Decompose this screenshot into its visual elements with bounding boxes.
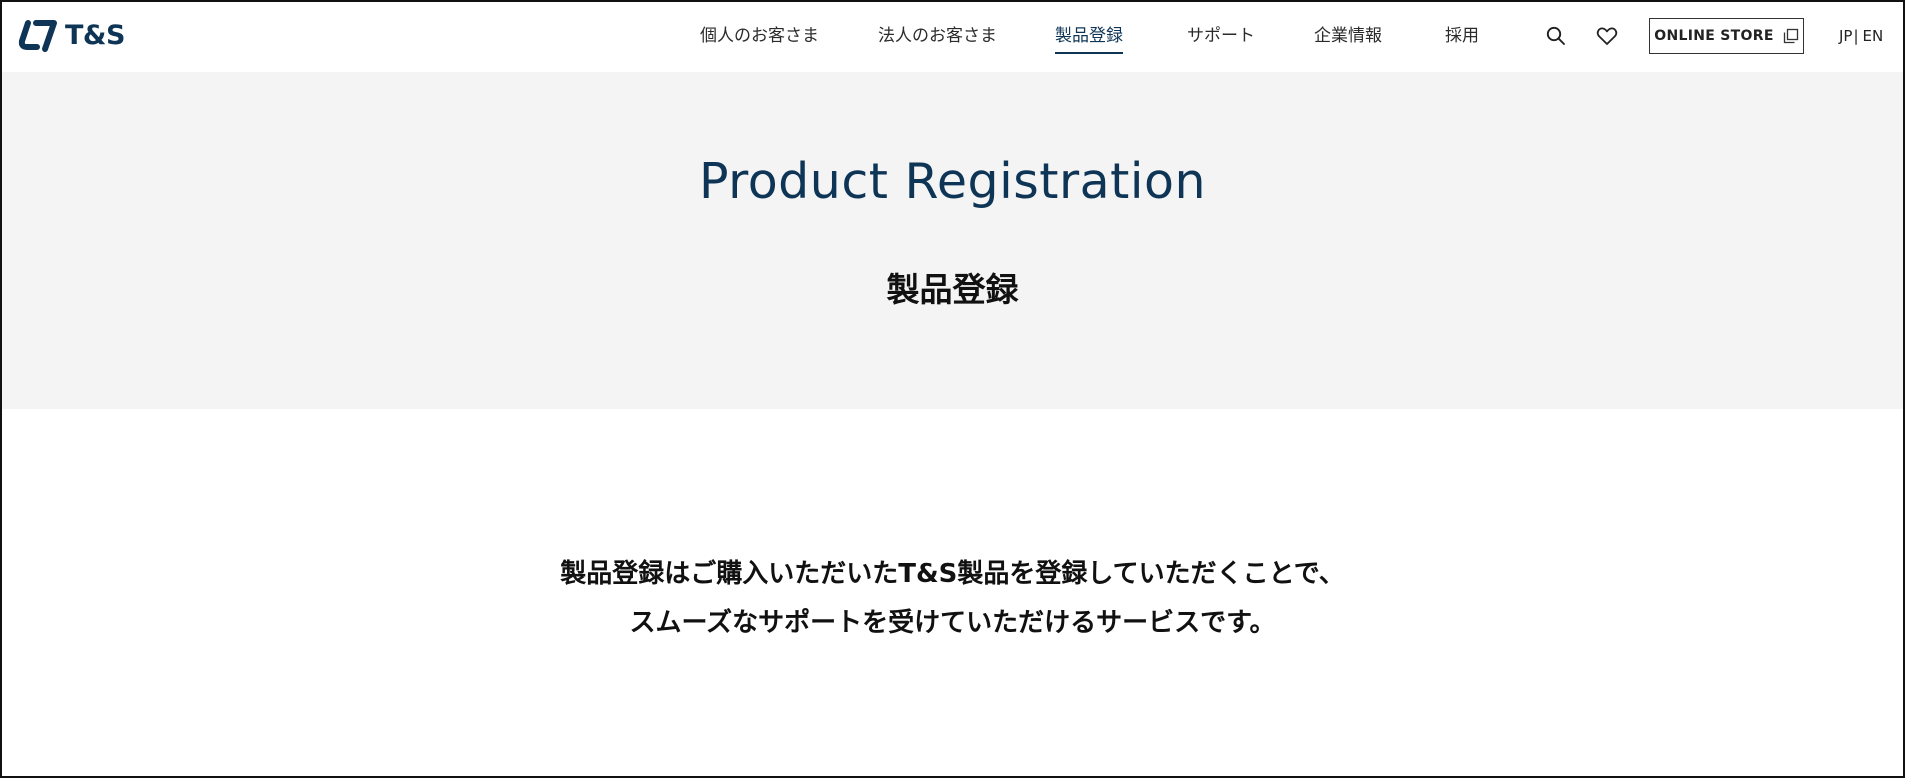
page-subtitle: 製品登録 [886,270,1019,309]
intro-line-2: スムーズなサポートを受けていただけるサービスです。 [629,608,1276,638]
nav-item-support[interactable]: サポート [1187,25,1255,47]
nav-item-business[interactable]: 法人のお客さま [878,25,997,47]
online-store-button[interactable]: ONLINE STORE [1649,18,1804,54]
nav-item-company[interactable]: 企業情報 [1314,25,1382,47]
intro-line-1: 製品登録はご購入いただいたT&S製品を登録していただくことで、 [560,559,1345,589]
site-header: T&S 個人のお客さま 法人のお客さま 製品登録 サポート 企業情報 採用 ON… [2,2,1903,72]
intro-text: 製品登録はご購入いただいたT&S製品を登録していただくことで、 スムーズなサポー… [2,550,1903,648]
nav-item-personal[interactable]: 個人のお客さま [700,25,819,47]
heart-icon[interactable] [1595,24,1619,48]
nav-item-product-registration[interactable]: 製品登録 [1055,25,1123,54]
page-hero: Product Registration 製品登録 [2,72,1903,409]
search-icon[interactable] [1544,24,1568,48]
language-switcher: JP| EN [1839,26,1883,46]
lang-jp-link[interactable]: JP [1839,27,1852,45]
page-frame: T&S 個人のお客さま 法人のお客さま 製品登録 サポート 企業情報 採用 ON… [0,0,1905,778]
main-nav: 個人のお客さま 法人のお客さま 製品登録 サポート 企業情報 採用 ONLINE… [2,2,1903,72]
nav-item-recruit[interactable]: 採用 [1445,25,1479,47]
online-store-label: ONLINE STORE [1654,28,1774,44]
external-window-icon [1783,28,1798,44]
page-title: Product Registration [698,153,1207,210]
lang-separator: | [1853,27,1859,45]
lang-en-link[interactable]: EN [1863,27,1884,45]
